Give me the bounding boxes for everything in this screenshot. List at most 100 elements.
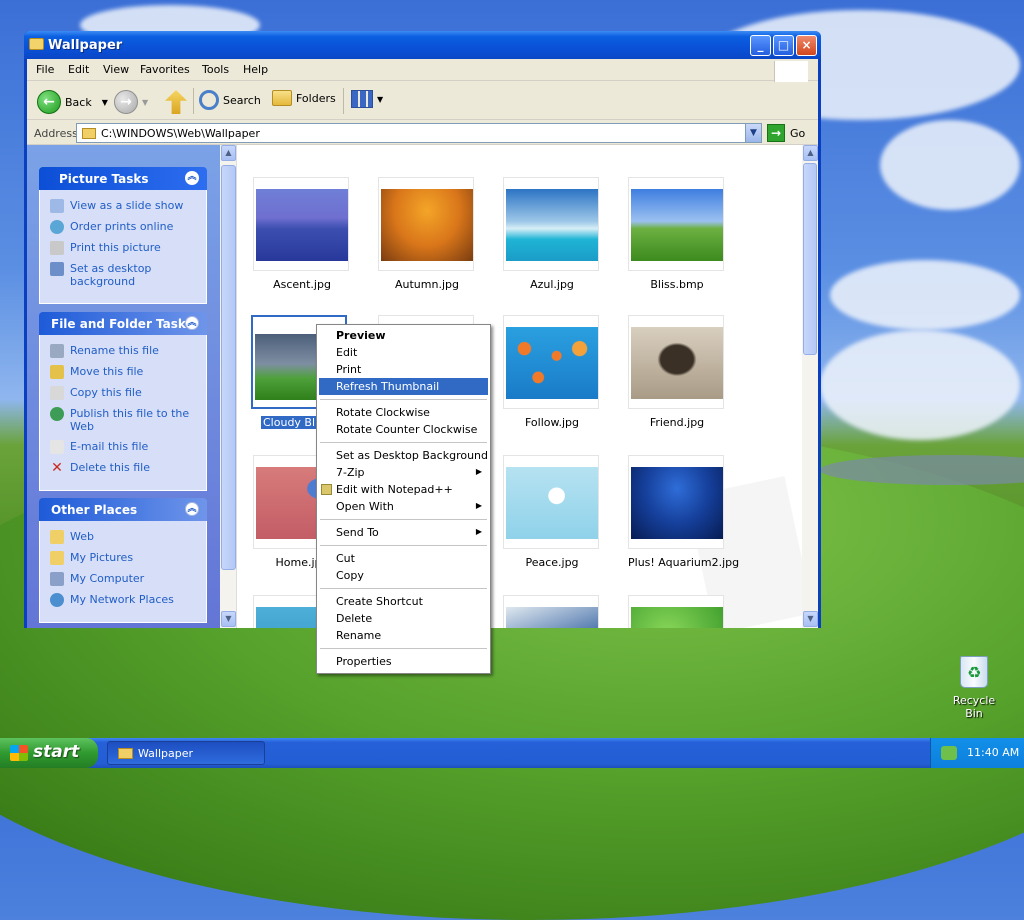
other-places-header[interactable]: Other Places ︽ — [39, 498, 207, 521]
file-item[interactable]: Friend.jpg — [628, 315, 726, 429]
menu-view[interactable]: View — [103, 63, 129, 76]
forward-button[interactable]: → ▼ — [114, 90, 148, 114]
back-dropdown-icon[interactable]: ▼ — [102, 98, 108, 107]
menu-item-send-to[interactable]: Send To ▶ — [319, 524, 488, 541]
fish-thumbnail — [506, 327, 598, 399]
close-button[interactable]: × — [796, 35, 817, 56]
task-email[interactable]: E-mail this file — [50, 440, 206, 454]
file-view[interactable]: ▲ ▼ Ascent.jpg Autumn.jpg Azul.jpg Bliss… — [220, 145, 802, 628]
scroll-up-icon[interactable]: ▲ — [803, 145, 818, 161]
file-item[interactable]: Ascent.jpg — [253, 177, 351, 291]
menu-item-cut[interactable]: Cut — [319, 550, 488, 567]
file-item[interactable]: Peace.jpg — [503, 455, 601, 569]
menu-item-create-shortcut[interactable]: Create Shortcut — [319, 593, 488, 610]
menu-item-properties[interactable]: Properties — [319, 653, 488, 670]
scroll-up-icon[interactable]: ▲ — [221, 145, 236, 161]
submenu-arrow-icon: ▶ — [475, 527, 482, 536]
file-item[interactable]: Azul.jpg — [503, 177, 601, 291]
taskbar-item-wallpaper[interactable]: Wallpaper — [107, 741, 265, 765]
windows-flag-icon — [10, 745, 28, 761]
maximize-button[interactable]: □ — [773, 35, 794, 56]
menu-file[interactable]: File — [36, 63, 54, 76]
place-web[interactable]: Web — [50, 530, 206, 544]
collapse-chevron-icon[interactable]: ︽ — [185, 316, 199, 330]
task-rename[interactable]: Rename this file — [50, 344, 206, 358]
menu-tools[interactable]: Tools — [202, 63, 229, 76]
file-item[interactable]: Follow.jpg — [503, 315, 601, 429]
place-network[interactable]: My Network Places — [50, 593, 206, 607]
task-print-picture[interactable]: Print this picture — [50, 241, 206, 255]
menu-item-edit[interactable]: Edit — [319, 344, 488, 361]
menu-help[interactable]: Help — [243, 63, 268, 76]
image-thumbnail — [506, 607, 598, 628]
copy-icon — [50, 386, 64, 400]
menu-item-label: Send To — [336, 526, 379, 539]
file-item[interactable] — [503, 595, 601, 628]
system-tray: 11:40 AM — [930, 738, 1024, 768]
file-view-scrollbar[interactable]: ▲ ▼ — [802, 145, 818, 628]
menu-item-7zip[interactable]: 7-Zip ▶ — [319, 464, 488, 481]
file-folder-tasks-header[interactable]: File and Folder Tasks ︽ — [39, 312, 207, 335]
submenu-arrow-icon: ▶ — [475, 501, 482, 510]
place-my-computer[interactable]: My Computer — [50, 572, 206, 586]
folders-label: Folders — [296, 91, 336, 105]
tray-icon[interactable] — [941, 746, 957, 760]
scroll-thumb[interactable] — [803, 163, 817, 355]
recycle-bin-icon[interactable]: Recycle Bin — [943, 656, 1005, 720]
menu-item-edit-notepadpp[interactable]: Edit with Notepad++ — [319, 481, 488, 498]
folder-icon — [50, 530, 64, 544]
trash-icon — [960, 656, 988, 688]
minimize-button[interactable]: _ — [750, 35, 771, 56]
clock[interactable]: 11:40 AM — [967, 746, 1019, 759]
menu-item-preview[interactable]: Preview — [319, 327, 488, 344]
picture-tasks-header[interactable]: Picture Tasks ︽ — [39, 167, 207, 190]
delete-x-icon: ✕ — [51, 460, 63, 476]
go-label: Go — [790, 126, 806, 140]
file-item[interactable]: Autumn.jpg — [378, 177, 476, 291]
menu-item-refresh-thumbnail[interactable]: Refresh Thumbnail — [319, 378, 488, 395]
menu-item-rotate-counter-clockwise[interactable]: Rotate Counter Clockwise — [319, 421, 488, 438]
desktop-icon — [50, 262, 64, 276]
menu-favorites[interactable]: Favorites — [140, 63, 190, 76]
file-item[interactable]: Bliss.bmp — [628, 177, 726, 291]
file-item[interactable]: Plus! Aquarium2.jpg — [628, 455, 739, 569]
search-button[interactable]: Search — [199, 90, 261, 110]
window-titlebar[interactable]: Wallpaper _ □ × — [24, 31, 821, 59]
menu-item-print[interactable]: Print — [319, 361, 488, 378]
menu-item-rotate-clockwise[interactable]: Rotate Clockwise — [319, 404, 488, 421]
folders-button[interactable]: Folders — [272, 90, 336, 106]
menu-item-rename[interactable]: Rename — [319, 627, 488, 644]
place-my-pictures[interactable]: My Pictures — [50, 551, 206, 565]
file-item[interactable] — [628, 595, 726, 628]
up-folder-button[interactable] — [165, 90, 187, 114]
address-dropdown-icon[interactable]: ▼ — [745, 124, 761, 142]
file-name: Bliss.bmp — [650, 278, 704, 291]
views-button[interactable]: ▼ — [351, 90, 383, 108]
scroll-thumb[interactable] — [221, 165, 236, 570]
task-set-desktop-background[interactable]: Set as desktop background — [50, 262, 206, 288]
address-input[interactable]: C:\WINDOWS\Web\Wallpaper ▼ — [76, 123, 762, 143]
task-publish-web[interactable]: Publish this file to the Web — [50, 407, 206, 433]
collapse-chevron-icon[interactable]: ︽ — [185, 171, 199, 185]
menu-item-open-with[interactable]: Open With ▶ — [319, 498, 488, 515]
collapse-chevron-icon[interactable]: ︽ — [185, 502, 199, 516]
forward-dropdown-icon[interactable]: ▼ — [142, 98, 148, 107]
back-button[interactable]: ← Back ▼ — [37, 90, 108, 114]
menu-edit[interactable]: Edit — [68, 63, 89, 76]
scroll-down-icon[interactable]: ▼ — [221, 611, 236, 627]
folders-icon — [272, 90, 292, 106]
scroll-down-icon[interactable]: ▼ — [803, 611, 818, 627]
task-delete[interactable]: ✕ Delete this file — [50, 461, 206, 475]
task-move[interactable]: Move this file — [50, 365, 206, 379]
start-button[interactable]: start — [0, 738, 98, 768]
menu-item-delete[interactable]: Delete — [319, 610, 488, 627]
toolbar: ← Back ▼ → ▼ Search Folders ▼ — [27, 82, 818, 120]
go-button[interactable]: → Go — [767, 124, 805, 142]
task-pane-scrollbar[interactable]: ▲ ▼ — [220, 145, 237, 628]
menu-item-set-desktop-background[interactable]: Set as Desktop Background — [319, 447, 488, 464]
task-slideshow[interactable]: View as a slide show — [50, 199, 206, 213]
folder-icon — [82, 128, 96, 139]
task-copy[interactable]: Copy this file — [50, 386, 206, 400]
menu-item-copy[interactable]: Copy — [319, 567, 488, 584]
task-order-prints[interactable]: Order prints online — [50, 220, 206, 234]
